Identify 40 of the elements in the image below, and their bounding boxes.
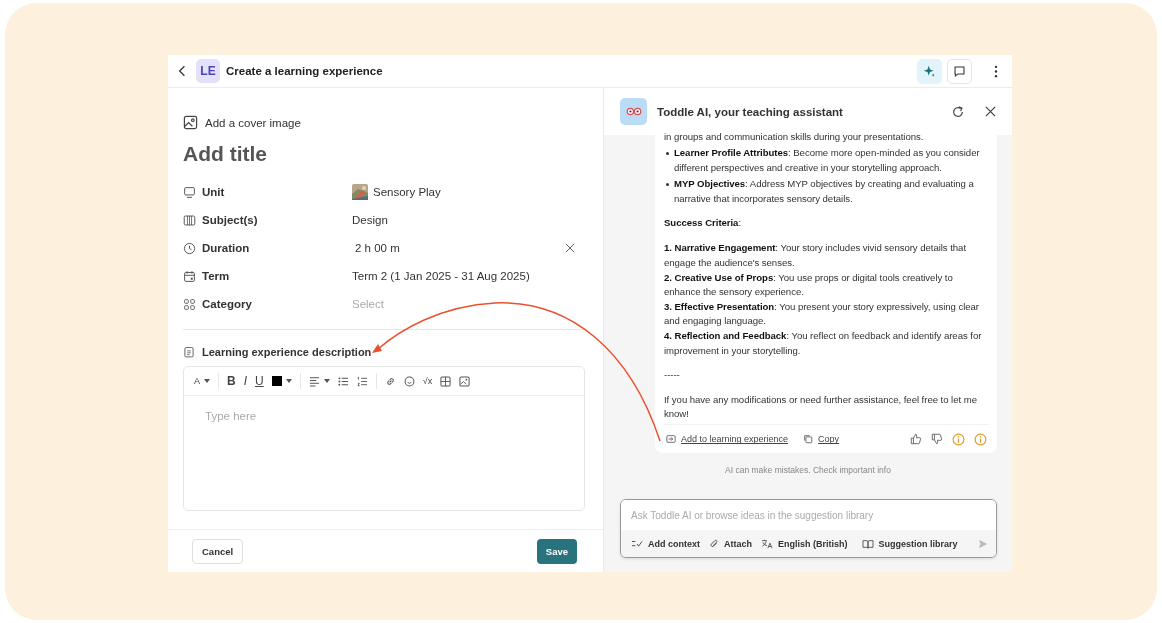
message-text: 1. Narrative Engagement: Your story includes vivid sensory details that engage the audience's senses.: [664, 241, 967, 270]
context-button[interactable]: Add context: [631, 538, 700, 549]
section-heading: Learning experience description: [202, 346, 372, 358]
message-text: MYP Objectives: Address MYP objectives by creating and evaluating a narrative that incorporates sensory details.: [674, 177, 975, 206]
save-button[interactable]: Save: [536, 538, 577, 564]
language-button[interactable]: English (British): [761, 538, 848, 549]
copy-link[interactable]: Copy: [818, 434, 840, 445]
add-to-learning-experience-link[interactable]: Add to learning experience: [681, 434, 789, 445]
ask-input-field[interactable]: Ask Toddle AI or browse ideas in the suggestion library Add context Attach English (British) Suggestion library: [620, 499, 997, 558]
message-text: 3. Effective Presentation: You present your story expressively, using clear and engaging language.: [664, 300, 980, 329]
message-heading: Success Criteria:: [664, 216, 743, 231]
field-label: Subject(s): [202, 214, 258, 226]
title-field[interactable]: Add title: [183, 142, 585, 166]
field-label: Category: [202, 298, 252, 310]
disclaimer-text: AI can make mistakes. Check important info: [724, 465, 892, 476]
field-label: Term: [202, 270, 230, 282]
message-separator: -----: [664, 368, 681, 383]
field-label: Unit: [202, 186, 225, 198]
message-text: 2. Creative Use of Props: You use props or digital tools creatively to enhance the sensory experience.: [664, 270, 954, 300]
message-text: Learner Profile Attributes: Become more open-minded as you consider different perspectives and creative in your storytelling approach.: [674, 146, 981, 175]
bold-button[interactable]: B: [227, 374, 236, 388]
library-button[interactable]: Suggestion library: [861, 538, 958, 549]
add-cover-image-link[interactable]: Add a cover image: [205, 116, 301, 129]
field-value: Design: [352, 214, 388, 226]
italic-button[interactable]: I: [243, 374, 248, 388]
page-title: Create a learning experience: [226, 65, 383, 77]
message-text: If you have any modifications or need further assistance, feel free to let me know!: [664, 392, 978, 421]
message-text: in groups and communication skills during your presentations.: [664, 130, 925, 144]
equation-button[interactable]: √x: [422, 376, 433, 386]
cancel-button[interactable]: Cancel: [192, 538, 244, 564]
assistant-title: Toddle AI, your teaching assistant: [657, 105, 844, 118]
font-size-button[interactable]: A: [194, 376, 200, 386]
field-value: Sensory Play: [373, 186, 441, 198]
field-value: Term 2 (1 Jan 2025 - 31 Aug 2025): [352, 270, 530, 282]
underline-button[interactable]: U: [255, 374, 264, 388]
initials-badge: LE: [196, 59, 220, 83]
duration-field[interactable]: 2 h 00 m: [352, 242, 400, 254]
message-text: 4. Reflection and Feedback: You reflect on feedback and identify areas for improvement in your storytelling.: [664, 329, 983, 358]
attach-button[interactable]: Attach: [709, 538, 753, 549]
field-label: Duration: [202, 242, 250, 254]
